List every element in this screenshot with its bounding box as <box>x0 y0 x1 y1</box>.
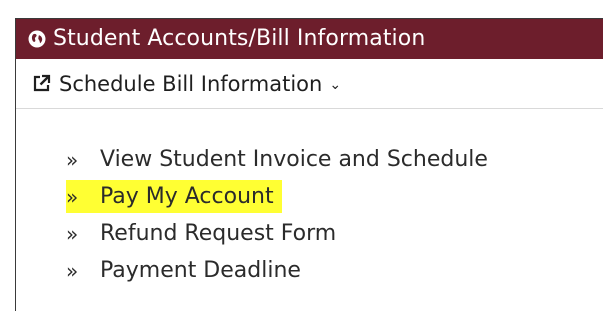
link-label[interactable]: Pay My Account <box>100 184 274 209</box>
external-link-icon <box>32 74 51 93</box>
panel-title: Student Accounts/Bill Information <box>53 26 426 51</box>
link-payment-deadline[interactable]: » Payment Deadline <box>16 252 603 289</box>
link-inner: » Refund Request Form <box>66 217 344 250</box>
link-view-student-invoice[interactable]: » View Student Invoice and Schedule <box>16 141 603 178</box>
panel-header: Student Accounts/Bill Information <box>16 19 603 59</box>
dropdown-label: Schedule Bill Information <box>59 71 323 96</box>
link-pay-my-account[interactable]: » Pay My Account <box>16 178 603 215</box>
bill-links-list: » View Student Invoice and Schedule » Pa… <box>16 141 603 289</box>
link-inner: » Payment Deadline <box>66 254 309 287</box>
link-inner-highlighted: » Pay My Account <box>66 180 282 213</box>
link-label[interactable]: Refund Request Form <box>100 221 336 246</box>
link-inner: » View Student Invoice and Schedule <box>66 143 496 176</box>
link-label[interactable]: View Student Invoice and Schedule <box>100 147 488 172</box>
double-chevron-icon: » <box>66 221 79 246</box>
globe-icon <box>28 30 46 48</box>
double-chevron-icon: » <box>66 258 79 283</box>
student-accounts-panel: Student Accounts/Bill Information Schedu… <box>15 18 603 311</box>
chevron-down-icon: ⌄ <box>329 76 342 93</box>
link-refund-request-form[interactable]: » Refund Request Form <box>16 215 603 252</box>
double-chevron-icon: » <box>66 147 79 172</box>
schedule-bill-dropdown[interactable]: Schedule Bill Information ⌄ <box>16 59 603 109</box>
double-chevron-icon: » <box>66 184 79 209</box>
link-label[interactable]: Payment Deadline <box>100 258 301 283</box>
